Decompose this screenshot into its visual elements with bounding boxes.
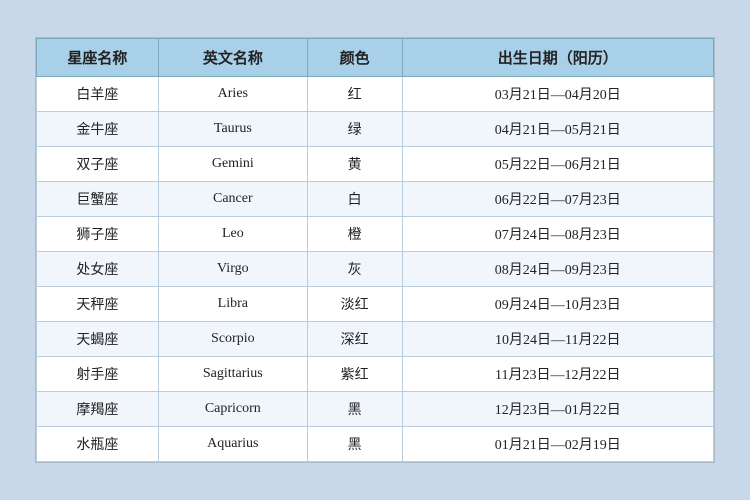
table-row: 双子座Gemini黄05月22日—06月21日 xyxy=(37,147,714,182)
cell-english: Aries xyxy=(158,77,307,112)
cell-color: 深红 xyxy=(307,322,402,357)
cell-chinese: 天蝎座 xyxy=(37,322,159,357)
cell-color: 紫红 xyxy=(307,357,402,392)
cell-english: Virgo xyxy=(158,252,307,287)
table-row: 金牛座Taurus绿04月21日—05月21日 xyxy=(37,112,714,147)
cell-color: 橙 xyxy=(307,217,402,252)
zodiac-table-container: 星座名称 英文名称 颜色 出生日期（阳历） 白羊座Aries红03月21日—04… xyxy=(35,37,715,463)
cell-date: 08月24日—09月23日 xyxy=(402,252,713,287)
table-row: 摩羯座Capricorn黑12月23日—01月22日 xyxy=(37,392,714,427)
table-header-row: 星座名称 英文名称 颜色 出生日期（阳历） xyxy=(37,39,714,77)
cell-english: Libra xyxy=(158,287,307,322)
cell-english: Cancer xyxy=(158,182,307,217)
cell-date: 03月21日—04月20日 xyxy=(402,77,713,112)
zodiac-table: 星座名称 英文名称 颜色 出生日期（阳历） 白羊座Aries红03月21日—04… xyxy=(36,38,714,462)
table-row: 白羊座Aries红03月21日—04月20日 xyxy=(37,77,714,112)
cell-date: 06月22日—07月23日 xyxy=(402,182,713,217)
cell-english: Capricorn xyxy=(158,392,307,427)
cell-date: 04月21日—05月21日 xyxy=(402,112,713,147)
cell-chinese: 摩羯座 xyxy=(37,392,159,427)
cell-color: 灰 xyxy=(307,252,402,287)
cell-chinese: 白羊座 xyxy=(37,77,159,112)
table-row: 巨蟹座Cancer白06月22日—07月23日 xyxy=(37,182,714,217)
cell-english: Leo xyxy=(158,217,307,252)
cell-color: 黄 xyxy=(307,147,402,182)
cell-english: Sagittarius xyxy=(158,357,307,392)
cell-english: Scorpio xyxy=(158,322,307,357)
cell-date: 12月23日—01月22日 xyxy=(402,392,713,427)
cell-date: 11月23日—12月22日 xyxy=(402,357,713,392)
table-row: 天蝎座Scorpio深红10月24日—11月22日 xyxy=(37,322,714,357)
cell-color: 红 xyxy=(307,77,402,112)
cell-chinese: 巨蟹座 xyxy=(37,182,159,217)
header-chinese: 星座名称 xyxy=(37,39,159,77)
cell-date: 05月22日—06月21日 xyxy=(402,147,713,182)
header-color: 颜色 xyxy=(307,39,402,77)
cell-english: Gemini xyxy=(158,147,307,182)
cell-chinese: 狮子座 xyxy=(37,217,159,252)
cell-date: 07月24日—08月23日 xyxy=(402,217,713,252)
cell-color: 绿 xyxy=(307,112,402,147)
cell-english: Taurus xyxy=(158,112,307,147)
cell-chinese: 金牛座 xyxy=(37,112,159,147)
cell-color: 淡红 xyxy=(307,287,402,322)
cell-color: 黑 xyxy=(307,427,402,462)
cell-date: 10月24日—11月22日 xyxy=(402,322,713,357)
header-english: 英文名称 xyxy=(158,39,307,77)
table-row: 狮子座Leo橙07月24日—08月23日 xyxy=(37,217,714,252)
table-row: 射手座Sagittarius紫红11月23日—12月22日 xyxy=(37,357,714,392)
cell-chinese: 水瓶座 xyxy=(37,427,159,462)
table-row: 处女座Virgo灰08月24日—09月23日 xyxy=(37,252,714,287)
header-date: 出生日期（阳历） xyxy=(402,39,713,77)
table-row: 天秤座Libra淡红09月24日—10月23日 xyxy=(37,287,714,322)
cell-chinese: 射手座 xyxy=(37,357,159,392)
cell-english: Aquarius xyxy=(158,427,307,462)
cell-date: 01月21日—02月19日 xyxy=(402,427,713,462)
cell-chinese: 处女座 xyxy=(37,252,159,287)
cell-color: 白 xyxy=(307,182,402,217)
cell-chinese: 天秤座 xyxy=(37,287,159,322)
cell-date: 09月24日—10月23日 xyxy=(402,287,713,322)
table-body: 白羊座Aries红03月21日—04月20日金牛座Taurus绿04月21日—0… xyxy=(37,77,714,462)
cell-chinese: 双子座 xyxy=(37,147,159,182)
cell-color: 黑 xyxy=(307,392,402,427)
table-row: 水瓶座Aquarius黑01月21日—02月19日 xyxy=(37,427,714,462)
